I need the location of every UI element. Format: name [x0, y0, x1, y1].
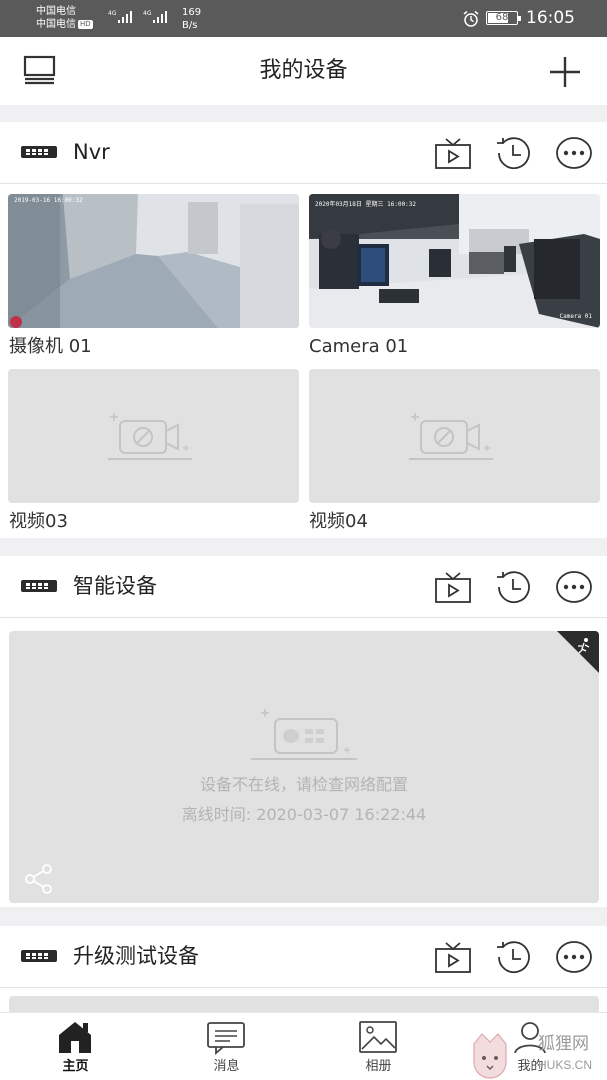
add-icon[interactable]: [548, 55, 582, 89]
live-play-icon[interactable]: [434, 940, 472, 974]
nav-label-messages: 消息: [213, 1059, 240, 1074]
device-name: 升级测试设备: [73, 944, 199, 968]
hd-badge: HD: [78, 19, 93, 29]
nav-label-album: 相册: [365, 1059, 392, 1074]
signal-icon: 4G: [108, 10, 132, 23]
channel-label: Camera 01: [309, 336, 409, 357]
office-camera-image: [309, 194, 600, 328]
motion-badge-icon: [557, 631, 599, 673]
battery-level: 68: [495, 12, 509, 23]
speed-value: 169: [182, 7, 202, 18]
carrier-info: 中国电信 中国电信 HD: [36, 5, 93, 31]
preview-partial[interactable]: [9, 996, 599, 1012]
network-type-1: 4G: [108, 10, 117, 17]
nvr-device-icon: [21, 580, 57, 592]
channel-label: 视频03: [9, 511, 68, 532]
share-icon[interactable]: [23, 863, 55, 895]
playback-icon[interactable]: [495, 940, 533, 974]
watermark-text: 狐狸网: [538, 1034, 589, 1054]
signal-icon: 4G: [143, 10, 167, 23]
status-bar: 中国电信 中国电信 HD 4G 4G 169 B/s 68 16:05: [0, 0, 607, 37]
hallway-camera-image: [8, 194, 299, 328]
channel-label: 视频04: [309, 511, 368, 532]
battery-icon: 68: [486, 11, 521, 25]
device-card-upgrade-test: 升级测试设备: [0, 926, 607, 1012]
live-play-icon[interactable]: [434, 136, 472, 170]
playback-icon[interactable]: [495, 136, 533, 170]
offline-time: 离线时间: 2020-03-07 16:22:44: [181, 805, 427, 824]
device-card-nvr: Nvr 2019-03-16 16:00:32 摄像机 01 2020年03月1…: [0, 122, 607, 538]
watermark-url: HUKS.CN: [538, 1058, 593, 1072]
nav-home[interactable]: 主页: [0, 1013, 151, 1080]
device-header[interactable]: 升级测试设备: [0, 926, 607, 988]
video-timestamp: 2020年03月18日 星期三 16:00:32: [315, 201, 417, 208]
clock: 16:05: [526, 8, 575, 28]
page-title: 我的设备: [259, 58, 348, 83]
more-icon[interactable]: [555, 570, 593, 604]
device-card-smart: 智能设备 设备不在线，请检查网络配置 离线时间: 2020-03-07 16:2…: [0, 556, 607, 907]
channel-label: 摄像机 01: [9, 336, 92, 357]
home-icon: [59, 1022, 91, 1053]
playback-icon[interactable]: [495, 570, 533, 604]
network-type-2: 4G: [143, 10, 152, 17]
network-speed: 169 B/s: [182, 6, 201, 32]
no-video-icon: [409, 413, 493, 460]
nav-album[interactable]: 相册: [303, 1013, 454, 1080]
more-icon[interactable]: [555, 136, 593, 170]
device-header[interactable]: 智能设备: [0, 556, 607, 618]
carrier-1: 中国电信: [36, 6, 76, 17]
no-video-icon: [108, 413, 192, 460]
device-name: 智能设备: [73, 574, 157, 598]
speed-unit: B/s: [182, 20, 198, 31]
nvr-device-icon: [21, 146, 57, 158]
channel-thumbnail-3[interactable]: [8, 369, 299, 503]
live-play-icon[interactable]: [434, 570, 472, 604]
nav-messages[interactable]: 消息: [151, 1013, 302, 1080]
more-icon[interactable]: [555, 940, 593, 974]
channel-thumbnail-2[interactable]: 2020年03月18日 星期三 16:00:32 Camera 01: [309, 194, 600, 328]
nav-label-home: 主页: [62, 1059, 89, 1074]
device-header[interactable]: Nvr: [0, 122, 607, 184]
nvr-device-icon: [21, 950, 57, 962]
channel-thumbnail-4[interactable]: [309, 369, 600, 503]
album-icon: [359, 1021, 397, 1053]
video-timestamp: 2019-03-16 16:00:32: [14, 197, 83, 204]
device-name: Nvr: [73, 140, 110, 164]
offline-preview[interactable]: 设备不在线，请检查网络配置 离线时间: 2020-03-07 16:22:44: [9, 631, 599, 903]
alarm-icon: [463, 10, 479, 27]
app-header: 我的设备: [0, 37, 607, 105]
carrier-2: 中国电信: [36, 19, 76, 30]
camera-overlay-label: Camera 01: [559, 313, 592, 320]
offline-message: 设备不在线，请检查网络配置: [199, 775, 408, 794]
message-icon: [207, 1022, 245, 1055]
offline-device-icon: [251, 709, 357, 760]
channel-thumbnail-1[interactable]: 2019-03-16 16:00:32: [8, 194, 299, 328]
